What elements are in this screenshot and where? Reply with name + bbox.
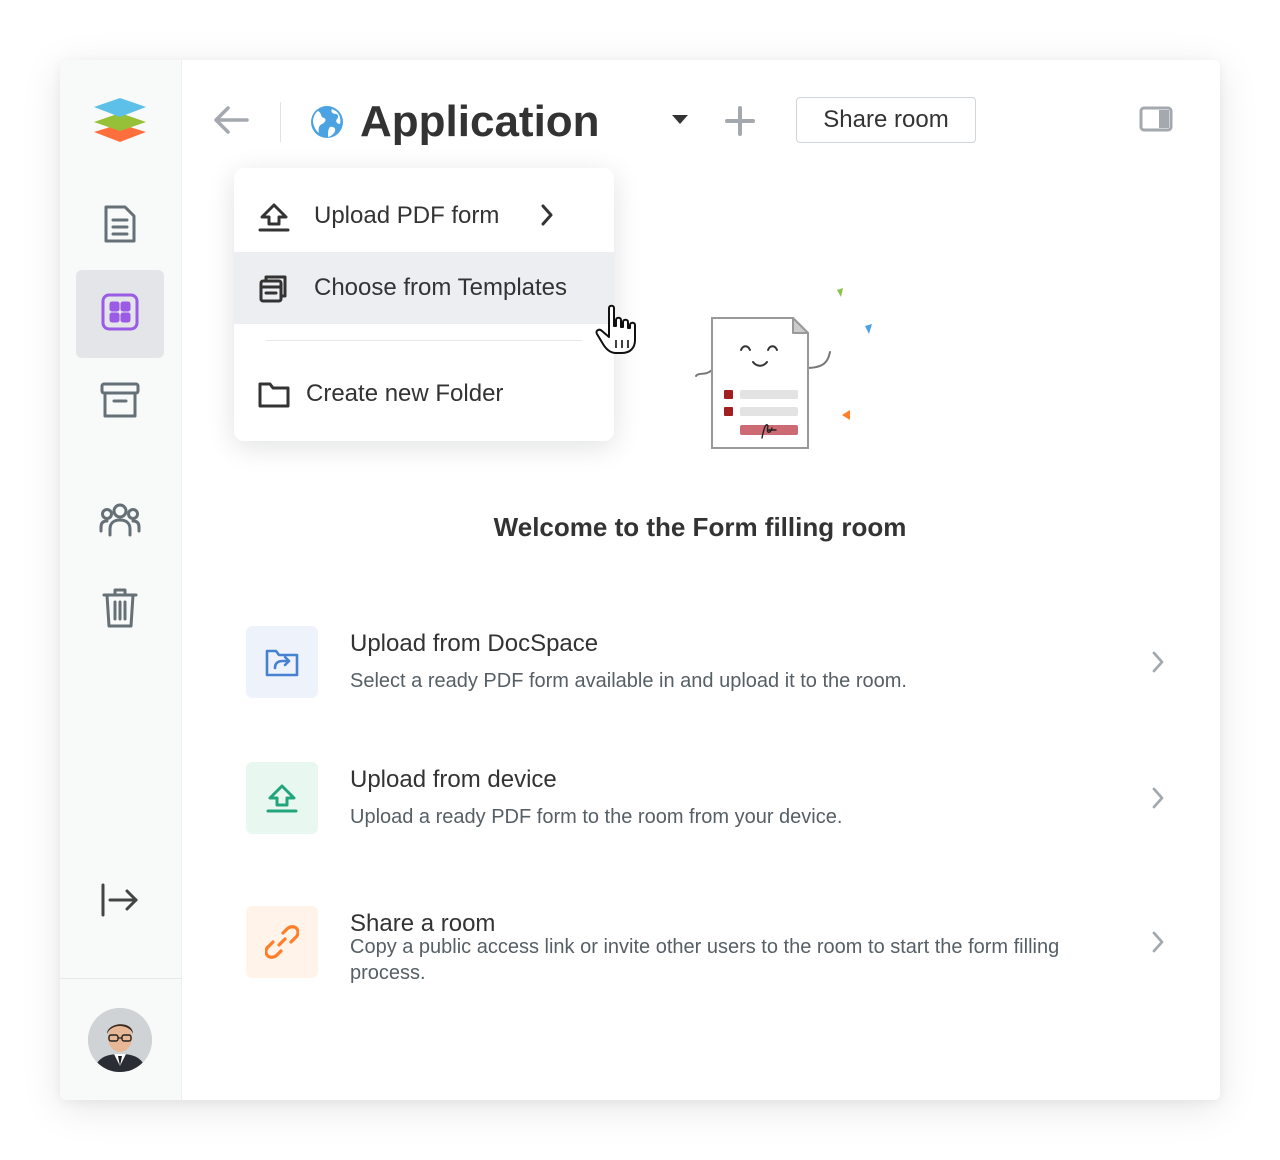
sidebar-item-archive[interactable]	[76, 358, 164, 446]
chevron-right-icon	[1150, 786, 1166, 815]
menu-item-label: Upload PDF form	[314, 202, 500, 229]
menu-item-label: Create new Folder	[306, 380, 504, 407]
option-title: Upload from device	[350, 766, 557, 793]
logo-icon[interactable]	[92, 94, 148, 146]
share-room-button[interactable]: Share room	[796, 97, 976, 143]
menu-item-choose-from-templates[interactable]: Choose from Templates	[234, 252, 614, 324]
option-description: Select a ready PDF form available in and…	[350, 670, 907, 692]
sidebar-item-logout[interactable]	[76, 858, 164, 946]
logout-icon	[100, 883, 140, 922]
menu-item-upload-pdf-form[interactable]: Upload PDF form	[234, 180, 614, 252]
menu-item-label: Choose from Templates	[314, 274, 568, 301]
chevron-right-icon	[1150, 930, 1166, 959]
option-description: Copy a public access link or invite othe…	[350, 936, 1060, 984]
docspace-folder-icon	[246, 626, 318, 698]
documents-icon	[103, 204, 137, 249]
hand-cursor-icon	[595, 304, 639, 361]
add-button[interactable]	[721, 104, 759, 142]
globe-icon	[309, 104, 345, 140]
panel-toggle-icon	[1139, 106, 1173, 137]
link-icon	[246, 906, 318, 978]
back-button[interactable]	[209, 104, 253, 140]
chevron-right-icon	[540, 204, 554, 233]
caret-down-icon	[671, 112, 689, 130]
menu-divider	[266, 340, 582, 341]
main-area: Application Share room Upload PDF form C…	[181, 60, 1220, 1100]
archive-icon	[100, 381, 140, 424]
app-window: Application Share room Upload PDF form C…	[60, 60, 1220, 1100]
sidebar	[60, 60, 182, 1100]
option-upload-from-device[interactable]: Upload from device Upload a ready PDF fo…	[246, 762, 1166, 862]
info-panel-toggle[interactable]	[1137, 106, 1175, 136]
rooms-icon	[101, 293, 139, 336]
option-description: Upload a ready PDF form to the room from…	[350, 806, 843, 828]
option-upload-from-docspace[interactable]: Upload from DocSpace Select a ready PDF …	[246, 626, 1166, 726]
chevron-right-icon	[1150, 650, 1166, 679]
page-title: Application	[360, 97, 600, 146]
title-dropdown-button[interactable]	[667, 108, 693, 134]
avatar[interactable]	[88, 1008, 152, 1072]
sidebar-item-rooms[interactable]	[76, 270, 164, 358]
sidebar-item-people[interactable]	[76, 478, 164, 566]
welcome-title: Welcome to the Form filling room	[493, 512, 907, 542]
plus-icon	[724, 105, 756, 142]
upload-device-icon	[246, 762, 318, 834]
header-divider	[280, 102, 281, 142]
folder-icon	[258, 380, 290, 415]
sidebar-item-documents[interactable]	[76, 182, 164, 270]
option-share-a-room[interactable]: Share a room Copy a public access link o…	[246, 906, 1166, 1006]
upload-icon	[258, 202, 290, 239]
option-title: Upload from DocSpace	[350, 630, 599, 657]
sidebar-divider	[60, 978, 181, 979]
arrow-left-icon	[213, 105, 249, 140]
form-room-illustration	[676, 288, 896, 458]
menu-item-create-new-folder[interactable]: Create new Folder	[234, 358, 614, 430]
trash-icon	[102, 587, 138, 634]
people-icon	[99, 501, 141, 544]
templates-icon	[258, 272, 290, 311]
add-dropdown-menu: Upload PDF form Choose from Templates Cr…	[234, 168, 614, 441]
sidebar-item-trash[interactable]	[76, 566, 164, 654]
